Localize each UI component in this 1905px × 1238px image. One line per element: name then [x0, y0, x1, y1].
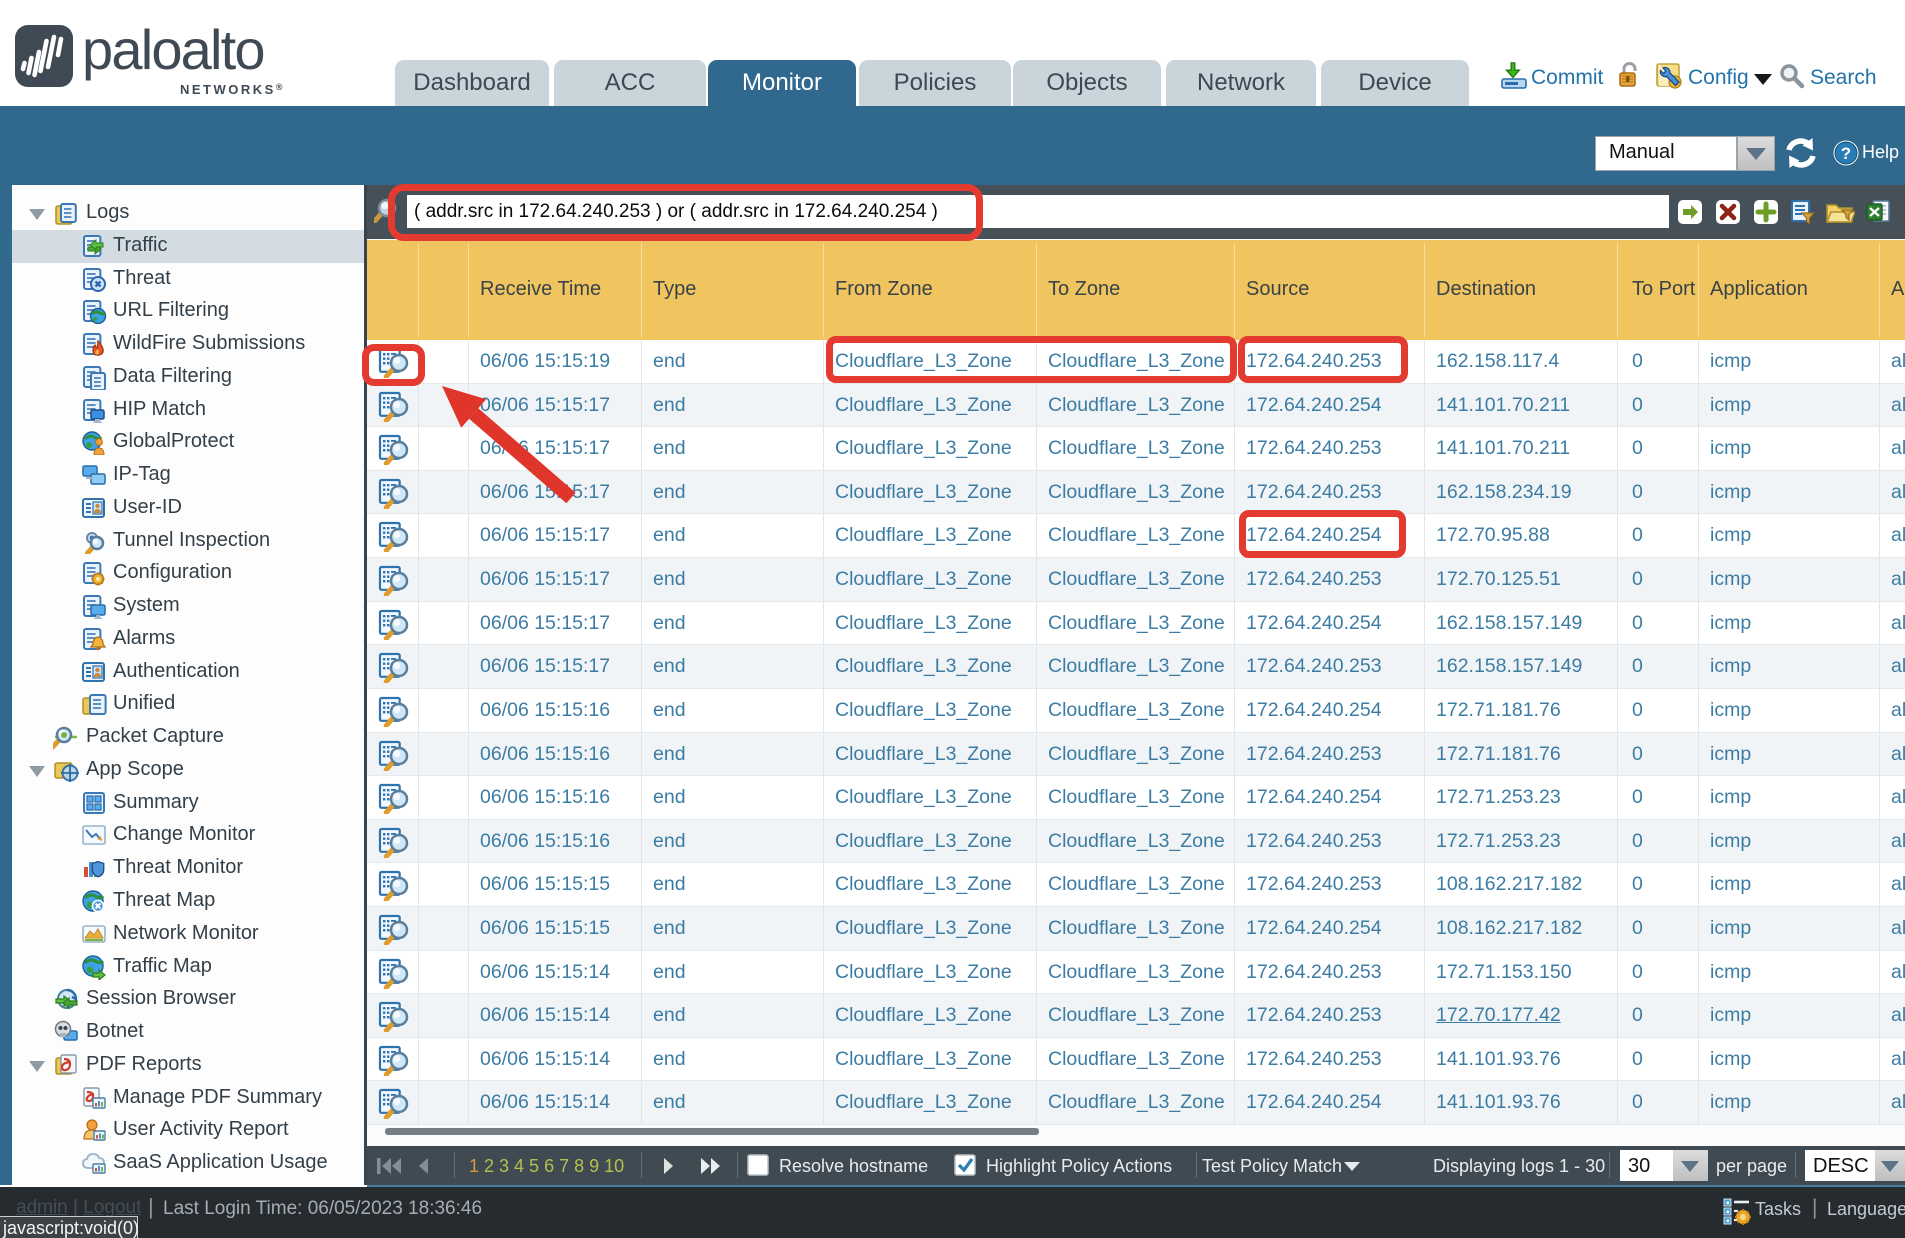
- svg-text:?: ?: [1841, 144, 1851, 163]
